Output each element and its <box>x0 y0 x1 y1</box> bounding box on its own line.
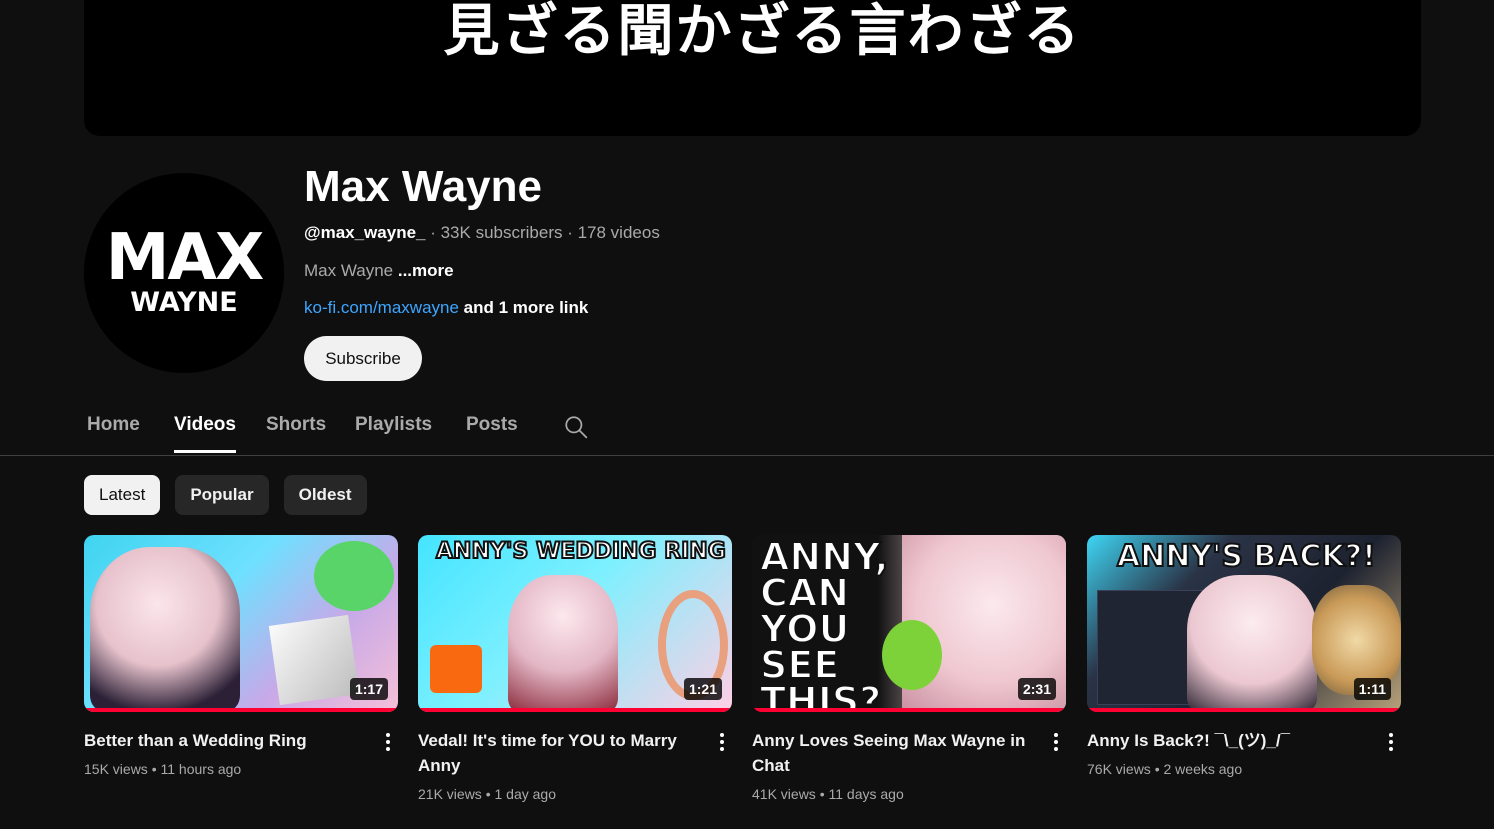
kofi-link[interactable]: ko-fi.com/maxwayne <box>304 298 459 317</box>
video-duration: 1:11 <box>1353 678 1391 700</box>
video-thumbnail[interactable]: ANNY'S BACK?! 1:11 <box>1087 535 1401 712</box>
channel-avatar[interactable]: MAX WAYNE <box>84 173 284 373</box>
video-card[interactable]: 1:17 Better than a Wedding Ring 15K view… <box>84 535 398 777</box>
more-actions-icon[interactable] <box>382 731 394 753</box>
chip-popular[interactable]: Popular <box>175 475 269 515</box>
tab-posts[interactable]: Posts <box>466 414 518 453</box>
video-thumbnail[interactable]: ANNY'S WEDDING RING 1:21 <box>418 535 732 712</box>
avatar-logo-line1: MAX <box>105 221 265 295</box>
search-icon[interactable] <box>563 414 589 440</box>
thumbnail-text: ANNY'S BACK?! <box>1116 538 1377 575</box>
character-art <box>90 547 240 712</box>
tab-shorts[interactable]: Shorts <box>266 414 326 453</box>
more-actions-icon[interactable] <box>1385 731 1397 753</box>
avatar-logo-line2: WAYNE <box>130 287 238 318</box>
thumbnail-text: ANNY, CAN YOU SEE THIS? <box>759 535 890 712</box>
subscribe-button[interactable]: Subscribe <box>304 336 422 381</box>
video-duration: 2:31 <box>1017 678 1056 700</box>
sort-chips: Latest Popular Oldest <box>84 475 367 515</box>
video-title[interactable]: Anny Is Back?! ¯\_(ツ)_/¯ <box>1087 728 1367 753</box>
channel-handle: @max_wayne_ <box>304 223 426 242</box>
video-thumbnail[interactable]: 1:17 <box>84 535 398 712</box>
video-title[interactable]: Anny Loves Seeing Max Wayne in Chat <box>752 728 1032 778</box>
video-duration: 1:17 <box>349 678 388 700</box>
temu-logo <box>430 645 482 693</box>
video-title[interactable]: Better than a Wedding Ring <box>84 728 364 753</box>
character-art <box>508 575 618 712</box>
video-title[interactable]: Vedal! It's time for YOU to Marry Anny <box>418 728 698 778</box>
channel-stats: · 33K subscribers · 178 videos <box>425 223 660 242</box>
channel-banner: 見ざる聞かざる言わざる <box>84 0 1421 136</box>
channel-meta: @max_wayne_ · 33K subscribers · 178 vide… <box>304 223 660 243</box>
more-link[interactable]: ...more <box>398 261 454 280</box>
tab-videos[interactable]: Videos <box>174 414 236 453</box>
video-meta: 15K views • 11 hours ago <box>84 761 242 777</box>
video-age: 1 day ago <box>494 786 557 802</box>
channel-tabs: Home Videos Shorts Playlists Posts <box>0 404 1494 456</box>
channel-description[interactable]: Max Wayne ...more <box>304 261 454 281</box>
video-age: 11 days ago <box>828 786 904 802</box>
chip-latest[interactable]: Latest <box>84 475 161 515</box>
watch-progress <box>418 708 732 712</box>
video-views: 76K views <box>1087 761 1151 777</box>
description-text: Max Wayne <box>304 261 398 280</box>
character-art <box>1187 575 1317 712</box>
video-views: 41K views <box>752 786 816 802</box>
tab-home[interactable]: Home <box>87 414 140 453</box>
channel-name: Max Wayne <box>304 162 543 211</box>
watch-progress <box>752 708 1066 712</box>
more-actions-icon[interactable] <box>716 731 728 753</box>
ring-box <box>268 614 360 706</box>
chip-oldest[interactable]: Oldest <box>283 475 367 515</box>
channel-links: ko-fi.com/maxwayne and 1 more link <box>304 298 588 318</box>
video-card[interactable]: ANNY'S WEDDING RING 1:21 Vedal! It's tim… <box>418 535 732 802</box>
video-duration: 1:21 <box>683 678 722 700</box>
video-age: 2 weeks ago <box>1163 761 1243 777</box>
video-card[interactable]: ANNY'S BACK?! 1:11 Anny Is Back?! ¯\_(ツ)… <box>1087 535 1401 777</box>
video-meta: 21K views • 1 day ago <box>418 786 556 802</box>
turtle-art <box>314 541 394 611</box>
video-card[interactable]: ANNY, CAN YOU SEE THIS? 2:31 Anny Loves … <box>752 535 1066 802</box>
tab-playlists[interactable]: Playlists <box>355 414 432 453</box>
watch-progress <box>84 708 398 712</box>
more-actions-icon[interactable] <box>1050 731 1062 753</box>
video-views: 15K views <box>84 761 148 777</box>
video-thumbnail[interactable]: ANNY, CAN YOU SEE THIS? 2:31 <box>752 535 1066 712</box>
watch-progress <box>1087 708 1401 712</box>
more-links-link[interactable]: and 1 more link <box>459 298 589 317</box>
video-meta: 41K views • 11 days ago <box>752 786 904 802</box>
video-views: 21K views <box>418 786 482 802</box>
video-age: 11 hours ago <box>160 761 242 777</box>
video-meta: 76K views • 2 weeks ago <box>1087 761 1243 777</box>
banner-text: 見ざる聞かざる言わざる <box>443 0 1082 64</box>
thumbnail-text: ANNY'S WEDDING RING <box>435 538 727 565</box>
